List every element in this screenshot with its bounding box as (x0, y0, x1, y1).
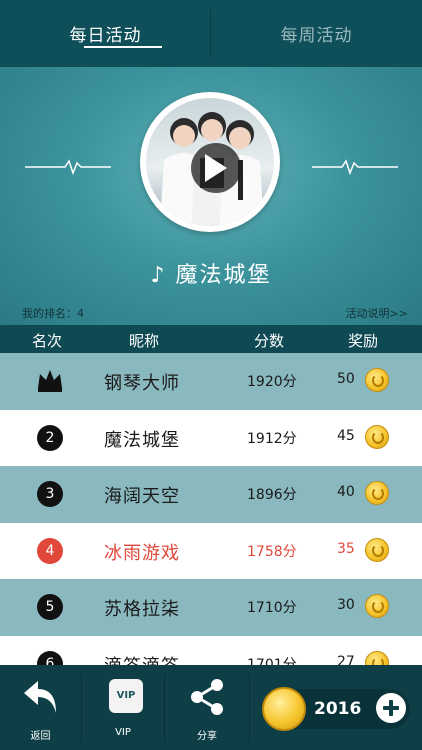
coin-icon (365, 537, 389, 562)
share-icon (191, 679, 223, 715)
coin-icon (365, 368, 389, 392)
tab-weekly-label: 每周活动 (280, 26, 353, 46)
coin-balance: 2016 (262, 687, 410, 731)
row-score: 1912分 (247, 430, 297, 447)
album-cover-disc[interactable] (140, 92, 280, 232)
row-nickname: 海阔天空 (104, 486, 180, 507)
my-rank-text: 我的排名：4 (22, 307, 84, 320)
rank-badge: 5 (37, 594, 63, 620)
leaderboard-list[interactable]: 钢琴大师 1920分 50 2 魔法城堡 1912分 45 3 海阔天空 189… (0, 353, 422, 665)
rank-badge: 3 (37, 481, 63, 507)
play-icon (205, 154, 227, 182)
bottom-toolbar: 返回 VIP VIP 分享 2016 (0, 665, 422, 750)
leaderboard-header: 名次 昵称 分数 奖励 (0, 325, 422, 353)
row-score: 1920分 (247, 374, 297, 390)
row-reward: 40 (337, 484, 355, 500)
back-arrow-icon (24, 681, 56, 713)
share-label: 分享 (197, 731, 217, 742)
coin-icon (365, 650, 389, 665)
left-waveform-icon (25, 159, 111, 175)
row-reward: 45 (337, 427, 355, 444)
table-row[interactable]: 3 海阔天空 1896分 40 (0, 466, 422, 523)
row-reward: 30 (337, 597, 355, 613)
header-rank: 名次 (32, 332, 63, 350)
coin-icon (365, 481, 389, 505)
tab-weekly-activity[interactable]: 每周活动 (211, 0, 422, 67)
coin-balance-icon (262, 687, 306, 731)
back-label: 返回 (30, 731, 51, 742)
table-row[interactable]: 钢琴大师 1920分 50 (0, 353, 422, 410)
coin-count: 2016 (314, 699, 362, 719)
coin-icon (365, 424, 389, 449)
header-score: 分数 (254, 332, 285, 350)
add-coins-button[interactable] (376, 693, 406, 723)
row-nickname: 滴答滴答 (104, 652, 180, 666)
header-reward: 奖励 (348, 332, 379, 350)
activity-rules-link[interactable]: 活动说明>> (346, 305, 408, 321)
song-title: ♪ 魔法城堡 (150, 263, 272, 288)
row-nickname: 苏格拉柒 (104, 599, 180, 620)
toolbar-separator (249, 673, 250, 743)
tab-daily-activity[interactable]: 每日活动 (0, 0, 211, 67)
header-nickname: 昵称 (129, 332, 160, 350)
row-score: 1701分 (247, 656, 297, 666)
crown-icon (38, 370, 62, 392)
rank-badge: 4 (37, 537, 63, 564)
back-button[interactable]: 返回 (0, 665, 81, 750)
album-cover-image (146, 98, 274, 226)
row-reward: 35 (337, 540, 355, 557)
song-hero: ♪ 魔法城堡 我的排名：4 活动说明>> (0, 67, 422, 325)
row-nickname: 钢琴大师 (104, 373, 180, 394)
tab-daily-label: 每日活动 (69, 26, 142, 46)
row-reward: 50 (337, 371, 355, 387)
table-row[interactable]: 5 苏格拉柒 1710分 30 (0, 579, 422, 636)
active-tab-underline (84, 46, 162, 48)
coin-icon (365, 594, 389, 618)
row-score: 1710分 (247, 600, 297, 616)
row-nickname: 魔法城堡 (104, 429, 180, 451)
share-button[interactable]: 分享 (165, 665, 249, 750)
rank-badge: 6 (37, 650, 63, 665)
vip-label: VIP (115, 727, 131, 738)
table-row[interactable]: 6 滴答滴答 1701分 27 (0, 635, 422, 666)
table-row-current-user[interactable]: 4 冰雨游戏 1758分 35 (0, 522, 422, 579)
tab-divider (210, 10, 211, 57)
table-row[interactable]: 2 魔法城堡 1912分 45 (0, 409, 422, 466)
vip-icon: VIP (109, 679, 143, 713)
row-reward: 27 (337, 653, 355, 666)
row-score: 1896分 (247, 487, 297, 503)
row-score: 1758分 (247, 543, 297, 560)
vip-button[interactable]: VIP VIP (82, 665, 164, 750)
right-waveform-icon (312, 159, 398, 175)
row-nickname: 冰雨游戏 (104, 542, 180, 564)
rank-badge: 2 (37, 424, 63, 451)
activity-tabs: 每日活动 每周活动 (0, 0, 422, 68)
